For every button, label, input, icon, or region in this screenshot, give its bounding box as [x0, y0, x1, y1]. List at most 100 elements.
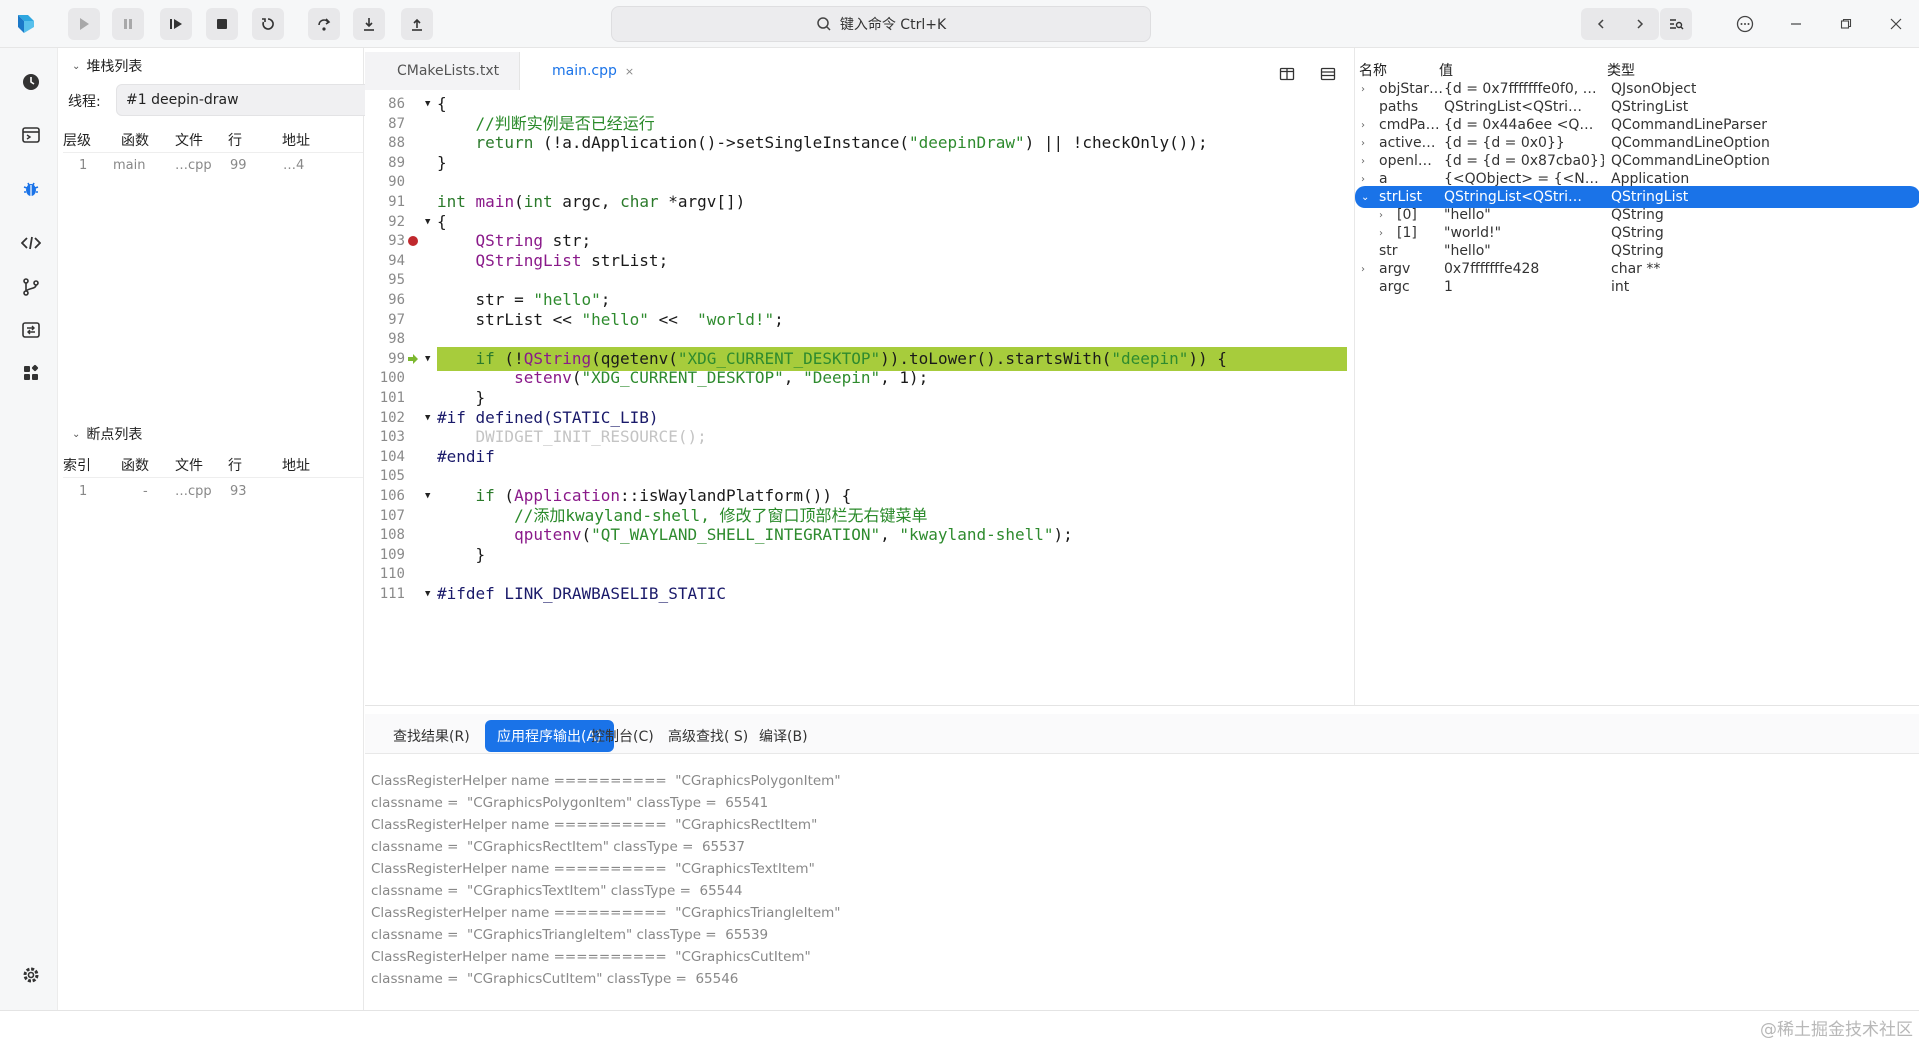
fold-toggle-icon[interactable]: ▼ — [425, 582, 430, 606]
cell: …cpp — [175, 483, 212, 499]
watermark-text: @稀土掘金技术社区 — [1760, 1020, 1913, 1040]
chevron-right-icon[interactable]: › — [1361, 138, 1365, 149]
menu-button[interactable] — [1733, 12, 1757, 36]
pause-icon — [124, 19, 132, 29]
chevron-left-icon — [1597, 19, 1604, 29]
code-line[interactable]: 111 ▼ #ifdef LINK_DRAWBASELIB_STATIC — [365, 582, 1353, 606]
breakpoint-title: 断点列表 — [86, 427, 143, 443]
variable-type: QString — [1611, 243, 1664, 259]
tab-main-cpp[interactable]: main.cpp × — [520, 52, 660, 90]
search-icon — [817, 17, 831, 31]
col-header: 文件 — [175, 132, 203, 149]
col-header-name: 名称 — [1359, 63, 1387, 79]
variable-value: QStringList<QStri… — [1444, 189, 1583, 205]
variable-value: "world!" — [1444, 225, 1502, 241]
col-header: 函数 — [121, 132, 149, 149]
chevron-right-icon — [1636, 19, 1643, 29]
code-icon — [21, 236, 41, 250]
rail-apps[interactable] — [21, 363, 41, 383]
tab-close-button[interactable]: × — [625, 65, 634, 78]
continue-icon — [80, 18, 89, 30]
restart-button[interactable] — [252, 8, 284, 40]
thread-value: #1 deepin-draw — [126, 92, 239, 108]
breakpoint-row[interactable]: 1 - …cpp 93 — [63, 478, 363, 504]
variable-name: a — [1379, 171, 1388, 187]
stack-frame-row[interactable]: 1 main …cpp 99 …4 — [63, 152, 363, 178]
output-line: ClassRegisterHelper name ========== "CGr… — [371, 861, 815, 877]
output-tab[interactable]: 高级查找( S) — [656, 720, 760, 752]
activity-rail — [0, 48, 58, 1010]
variable-type: char ** — [1611, 261, 1661, 277]
step-over-icon — [318, 18, 331, 31]
variable-row[interactable]: argc 1 int — [1355, 276, 1919, 298]
code-editor: CMakeLists.txt main.cpp × 86 ▼{87 //判断实例是… — [365, 48, 1353, 705]
continue-button[interactable] — [68, 8, 100, 40]
forward-button[interactable] — [1620, 8, 1659, 40]
output-tab[interactable]: 查找结果(R) — [381, 720, 482, 752]
chevron-right-icon[interactable]: › — [1361, 264, 1365, 275]
find-replace-button[interactable] — [1660, 8, 1692, 40]
variable-value: {d = 0x7fffffffe0f0, … — [1444, 81, 1597, 97]
rail-settings[interactable] — [21, 965, 41, 985]
output-tab[interactable]: 控制台(C) — [579, 720, 666, 752]
variable-type: QCommandLineParser — [1611, 117, 1767, 133]
rail-history[interactable] — [21, 72, 41, 92]
pause-button[interactable] — [112, 8, 144, 40]
minimize-icon — [1791, 23, 1801, 25]
output-line: ClassRegisterHelper name ========== "CGr… — [371, 817, 818, 833]
chevron-right-icon[interactable]: › — [1361, 174, 1365, 185]
breakpoint-section-header[interactable]: ⌄ 断点列表 — [72, 424, 142, 444]
command-search-box[interactable]: 键入命令 Ctrl+K — [611, 6, 1151, 42]
back-button[interactable] — [1581, 8, 1620, 40]
stop-button[interactable] — [206, 8, 238, 40]
variable-type: Application — [1611, 171, 1690, 187]
output-panel: 查找结果(R) 应用程序输出(A) 控制台(C) 高级查找( S) 编译(B) Clas… — [365, 705, 1919, 1010]
output-line: ClassRegisterHelper name ========== "CGr… — [371, 905, 841, 921]
chevron-right-icon[interactable]: › — [1361, 120, 1365, 131]
tab-cmakelists[interactable]: CMakeLists.txt — [365, 52, 520, 90]
history-icon — [23, 74, 39, 90]
rail-switch[interactable] — [21, 320, 41, 340]
more-icon — [1736, 15, 1754, 33]
split-horizontal-icon[interactable] — [1279, 66, 1295, 82]
rail-git[interactable] — [21, 277, 41, 297]
step-over-button[interactable] — [308, 8, 340, 40]
line-number[interactable]: 111 — [365, 582, 405, 606]
step-continue-button[interactable] — [160, 8, 192, 40]
close-icon — [1890, 18, 1902, 30]
variable-name: active… — [1379, 135, 1436, 151]
rail-code[interactable] — [21, 233, 41, 253]
navigation-buttons — [1581, 8, 1659, 40]
rail-debug[interactable] — [21, 179, 41, 199]
col-header: 索引 — [63, 457, 91, 474]
step-out-button[interactable] — [401, 8, 433, 40]
col-header: 地址 — [282, 457, 310, 474]
variable-name: [1] — [1397, 225, 1417, 241]
cell: …cpp — [175, 157, 212, 173]
rail-terminal[interactable] — [21, 125, 41, 145]
variable-value: {d = {d = 0x87cba0}} — [1444, 153, 1604, 169]
step-into-icon — [364, 18, 374, 31]
tab-label: main.cpp — [552, 63, 617, 79]
step-into-button[interactable] — [353, 8, 385, 40]
chevron-right-icon[interactable]: › — [1361, 84, 1365, 95]
stack-section-header[interactable]: ⌄ 堆栈列表 — [72, 56, 142, 76]
chevron-down-icon[interactable]: ⌄ — [1361, 192, 1369, 203]
cell: 99 — [230, 157, 247, 173]
apps-icon — [24, 364, 39, 380]
output-tab-bar: 查找结果(R) 应用程序输出(A) 控制台(C) 高级查找( S) 编译(B) — [365, 714, 1919, 754]
code-area[interactable]: 86 ▼{87 //判断实例是否已经运行 88 return (!a.dApplic… — [365, 92, 1353, 705]
col-header: 函数 — [121, 457, 149, 474]
split-vertical-icon[interactable] — [1320, 66, 1336, 82]
variables-panel: 名称 值 类型 › objStar… {d = 0x7fffffffe0f0, … Q… — [1354, 48, 1919, 705]
close-button[interactable] — [1884, 12, 1908, 36]
cell: 93 — [230, 483, 247, 499]
variable-value: QStringList<QStri… — [1444, 99, 1583, 115]
chevron-right-icon[interactable]: › — [1379, 210, 1383, 221]
chevron-right-icon[interactable]: › — [1361, 156, 1365, 167]
chevron-right-icon[interactable]: › — [1379, 228, 1383, 239]
restore-button[interactable] — [1834, 12, 1858, 36]
output-tab[interactable]: 编译(B) — [747, 720, 820, 752]
minimize-button[interactable] — [1784, 12, 1808, 36]
output-line: classname = "CGraphicsTriangleItem" clas… — [371, 927, 769, 943]
